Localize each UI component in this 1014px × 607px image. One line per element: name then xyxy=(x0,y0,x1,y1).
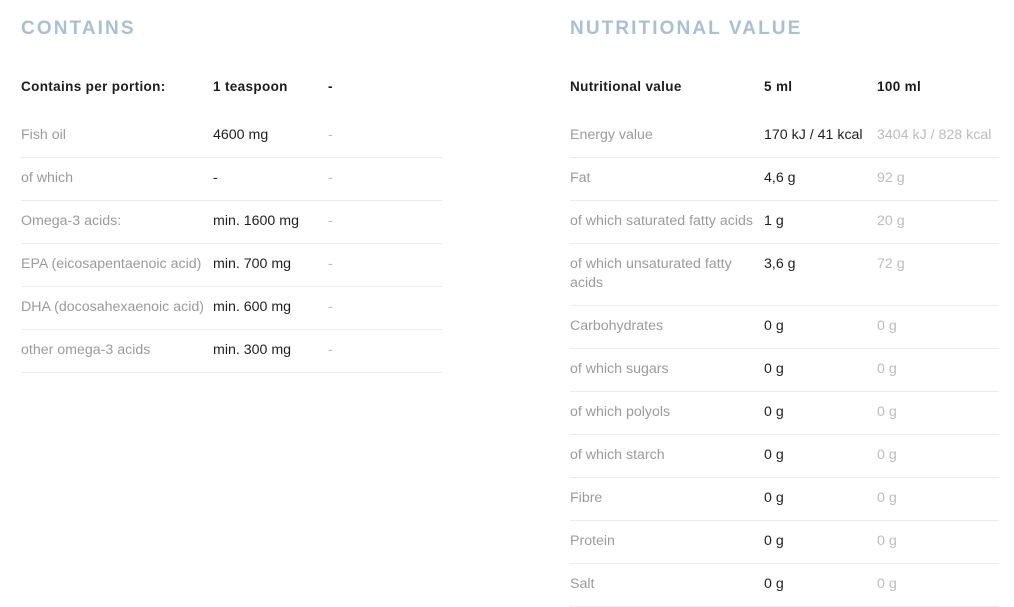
row-value-100ml: 92 g xyxy=(877,170,905,186)
table-row: EPA (eicosapentaenoic acid) min. 700 mg … xyxy=(21,244,442,287)
row-value-100ml: 0 g xyxy=(877,447,897,463)
table-row: Energy value 170 kJ / 41 kcal 3404 kJ / … xyxy=(570,115,999,158)
row-value-extra: - xyxy=(328,256,333,272)
table-row: other omega-3 acids min. 300 mg - xyxy=(21,330,442,373)
nutritional-value-table-body: Energy value 170 kJ / 41 kcal 3404 kJ / … xyxy=(570,115,999,607)
nutritional-value-section-title: NUTRITIONAL VALUE xyxy=(570,18,803,39)
contains-table-head: Contains per portion: 1 teaspoon - xyxy=(21,78,442,115)
contains-section-title: CONTAINS xyxy=(21,18,136,39)
table-row: of which starch 0 g 0 g xyxy=(570,435,999,478)
contains-section: CONTAINS Contains per portion: 1 teaspoo… xyxy=(0,0,562,593)
row-value-extra: - xyxy=(328,170,333,186)
row-value-5ml: 4,6 g xyxy=(764,170,796,186)
row-value-100ml: 0 g xyxy=(877,490,897,506)
row-value-100ml: 72 g xyxy=(877,256,905,272)
table-row: of which - - xyxy=(21,158,442,201)
nutritional-value-table-head: Nutritional value 5 ml 100 ml xyxy=(570,78,999,115)
row-label: Fish oil xyxy=(21,127,66,143)
row-label: Energy value xyxy=(570,127,653,143)
contains-table-body: Fish oil 4600 mg - of which - - Omega-3 … xyxy=(21,115,442,373)
table-row: of which unsaturated fatty acids 3,6 g 7… xyxy=(570,244,999,306)
row-value-100ml: 0 g xyxy=(877,404,897,420)
row-label: Omega-3 acids: xyxy=(21,213,122,229)
row-value-extra: - xyxy=(328,342,333,358)
row-label: other omega-3 acids xyxy=(21,342,151,358)
table-header-row: Nutritional value 5 ml 100 ml xyxy=(570,78,999,115)
row-label: of which polyols xyxy=(570,404,671,420)
column-header-extra: - xyxy=(328,79,333,94)
table-row: of which sugars 0 g 0 g xyxy=(570,349,999,392)
row-value-5ml: 3,6 g xyxy=(764,256,796,272)
row-value-100ml: 0 g xyxy=(877,576,897,592)
nutritional-value-table: Nutritional value 5 ml 100 ml Energy val… xyxy=(570,78,999,607)
column-header-ingredient: Contains per portion: xyxy=(21,79,166,94)
table-row: Protein 0 g 0 g xyxy=(570,521,999,564)
row-label: of which sugars xyxy=(570,361,669,377)
row-value-100ml: 0 g xyxy=(877,361,897,377)
row-value-portion: - xyxy=(213,170,218,186)
row-value-portion: min. 300 mg xyxy=(213,342,292,358)
column-header-100ml: 100 ml xyxy=(877,79,922,94)
column-header-nutrient: Nutritional value xyxy=(570,79,682,94)
row-label: EPA (eicosapentaenoic acid) xyxy=(21,256,202,272)
row-value-5ml: 0 g xyxy=(764,361,784,377)
row-value-extra: - xyxy=(328,299,333,315)
row-value-5ml: 1 g xyxy=(764,213,784,229)
table-row: Fibre 0 g 0 g xyxy=(570,478,999,521)
table-row: DHA (docosahexaenoic acid) min. 600 mg - xyxy=(21,287,442,330)
row-label: of which unsaturated fatty acids xyxy=(570,256,732,291)
row-label: of which xyxy=(21,170,74,186)
row-value-100ml: 3404 kJ / 828 kcal xyxy=(877,127,992,143)
table-row: of which polyols 0 g 0 g xyxy=(570,392,999,435)
table-row: of which saturated fatty acids 1 g 20 g xyxy=(570,201,999,244)
row-value-extra: - xyxy=(328,127,333,143)
table-row: Fish oil 4600 mg - xyxy=(21,115,442,158)
row-value-portion: min. 600 mg xyxy=(213,299,292,315)
row-value-portion: min. 700 mg xyxy=(213,256,292,272)
table-row: Fat 4,6 g 92 g xyxy=(570,158,999,201)
table-row: Omega-3 acids: min. 1600 mg - xyxy=(21,201,442,244)
row-label: Fibre xyxy=(570,490,603,506)
row-value-portion: 4600 mg xyxy=(213,127,269,143)
row-value-100ml: 0 g xyxy=(877,533,897,549)
nutritional-value-section: NUTRITIONAL VALUE Nutritional value 5 ml… xyxy=(562,0,1014,607)
row-value-5ml: 0 g xyxy=(764,447,784,463)
row-label: DHA (docosahexaenoic acid) xyxy=(21,299,204,315)
row-label: Carbohydrates xyxy=(570,318,664,334)
row-value-5ml: 0 g xyxy=(764,533,784,549)
row-value-portion: min. 1600 mg xyxy=(213,213,299,229)
row-label: Salt xyxy=(570,576,595,592)
row-label: of which starch xyxy=(570,447,665,463)
contains-table: Contains per portion: 1 teaspoon - Fish … xyxy=(21,78,442,373)
table-header-row: Contains per portion: 1 teaspoon - xyxy=(21,78,442,115)
row-value-5ml: 0 g xyxy=(764,318,784,334)
row-label: Fat xyxy=(570,170,591,186)
table-row: Salt 0 g 0 g xyxy=(570,564,999,607)
column-header-portion: 1 teaspoon xyxy=(213,79,288,94)
row-value-5ml: 170 kJ / 41 kcal xyxy=(764,127,863,143)
row-label: of which saturated fatty acids xyxy=(570,213,753,229)
table-row: Carbohydrates 0 g 0 g xyxy=(570,306,999,349)
row-value-5ml: 0 g xyxy=(764,490,784,506)
row-value-extra: - xyxy=(328,213,333,229)
row-value-5ml: 0 g xyxy=(764,576,784,592)
product-spec-page: CONTAINS Contains per portion: 1 teaspoo… xyxy=(0,0,1014,607)
row-label: Protein xyxy=(570,533,615,549)
row-value-5ml: 0 g xyxy=(764,404,784,420)
column-header-5ml: 5 ml xyxy=(764,79,793,94)
row-value-100ml: 20 g xyxy=(877,213,905,229)
row-value-100ml: 0 g xyxy=(877,318,897,334)
